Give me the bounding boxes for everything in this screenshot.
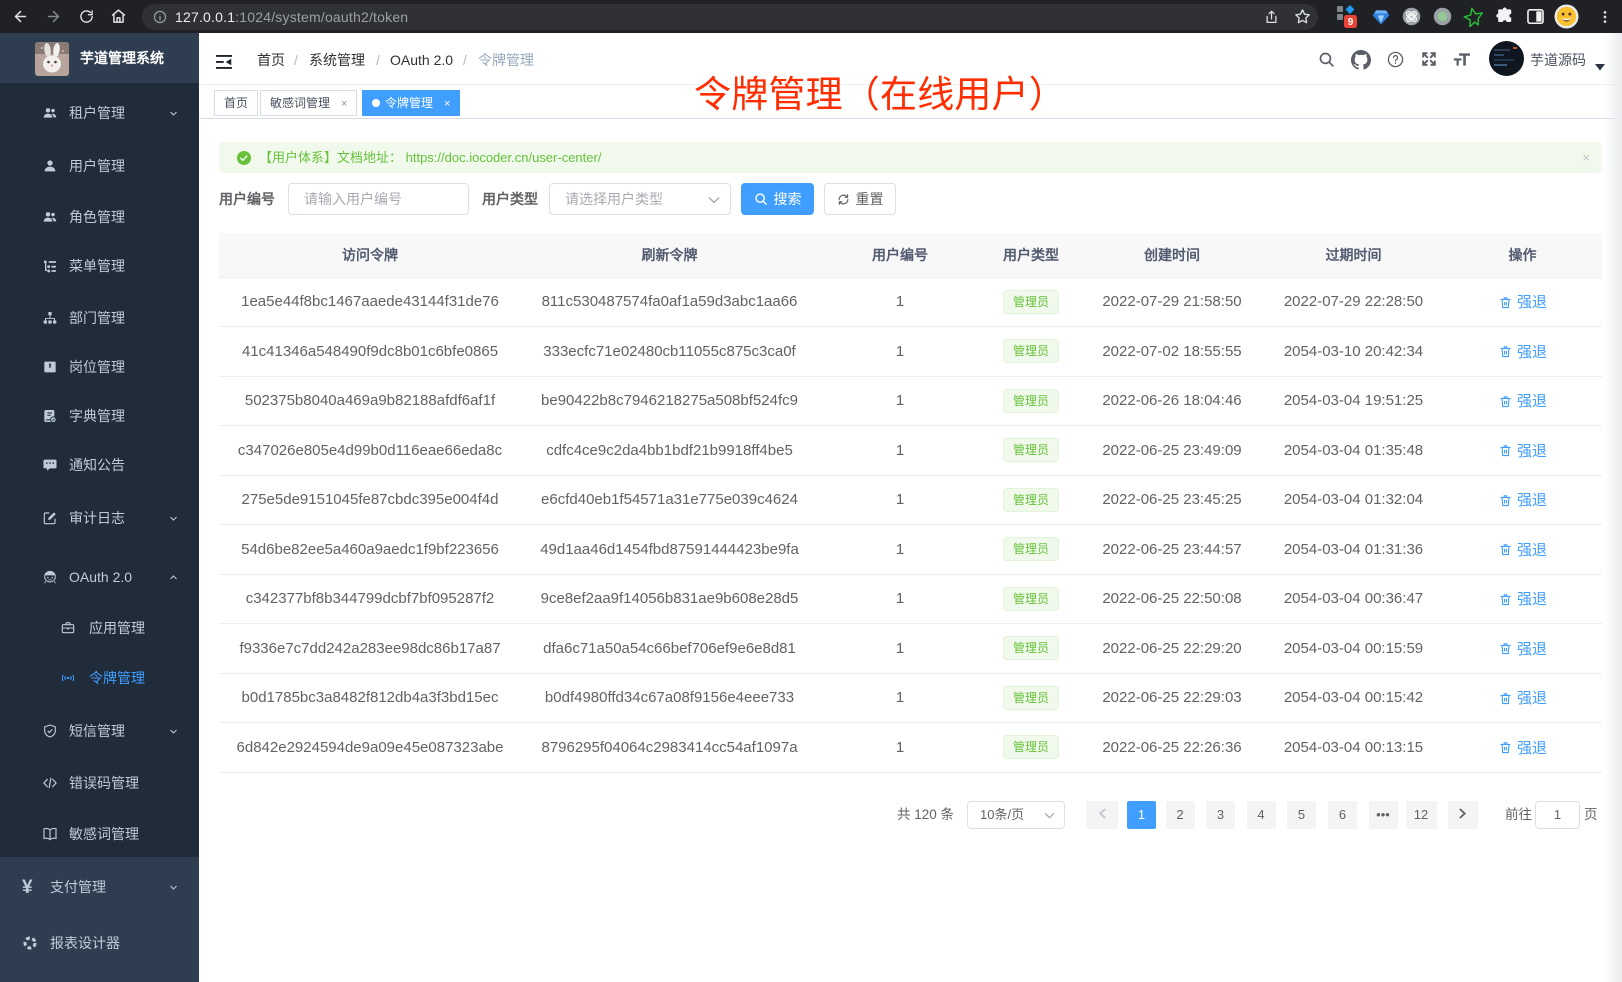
svg-text:9: 9 bbox=[1347, 17, 1353, 28]
